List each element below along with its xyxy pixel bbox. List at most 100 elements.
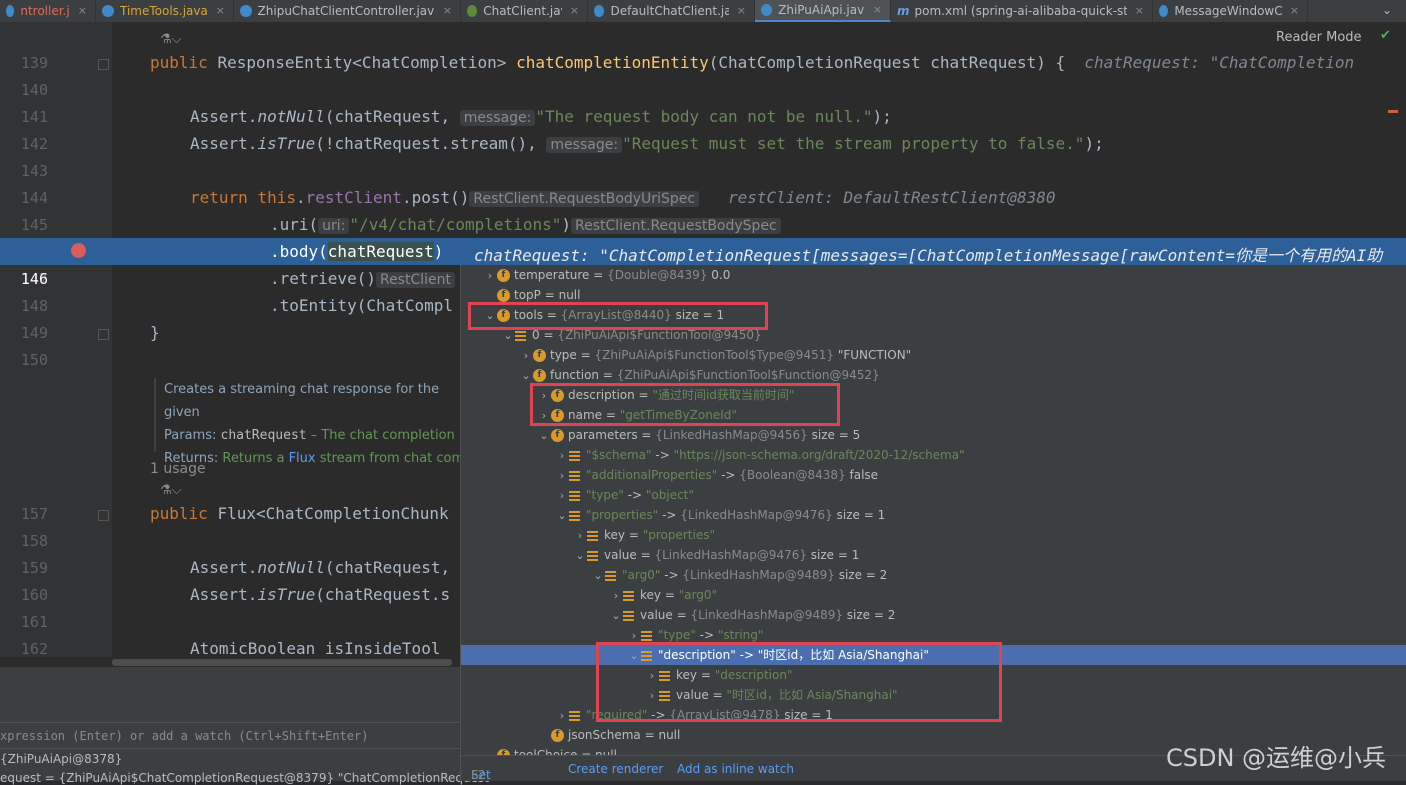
code-line-146[interactable]: .body(chatRequest) (270, 242, 443, 261)
tree-node-name: "$schema" (586, 448, 652, 462)
keyword: return (190, 188, 258, 207)
list-entry-icon (623, 610, 634, 621)
code-text: Assert. (190, 585, 258, 604)
tree-row[interactable]: › f type = {ZhiPuAiApi$FunctionTool$Type@9… (519, 345, 911, 365)
tree-row[interactable]: › f temperature = {Double@8439} 0.0 (483, 265, 730, 285)
chevron-down-icon[interactable]: ⌄ (555, 506, 569, 526)
doc-returns-text: Returns a (218, 451, 289, 466)
close-icon[interactable]: × (443, 0, 452, 22)
code-line-160[interactable]: Assert.isTrue(chatRequest.s (190, 585, 450, 604)
tree-node-name: type (550, 348, 577, 362)
tab-6[interactable]: m pom.xml (spring-ai-alibaba-quick-start)… (891, 0, 1153, 22)
line-number: 139 (20, 54, 48, 72)
list-entry-icon (623, 590, 634, 601)
scrollbar-marker[interactable] (1388, 110, 1398, 113)
variable-row[interactable]: equest = {ZhiPuAiApi$ChatCompletionReque… (0, 771, 489, 785)
fold-marker[interactable] (98, 59, 109, 70)
create-renderer-link[interactable]: Create renderer (568, 762, 663, 776)
code-line-147[interactable]: .retrieve() RestClient (270, 269, 455, 288)
scrollbar-thumb[interactable] (112, 659, 452, 666)
tree-row[interactable]: › "type" -> "object" (555, 485, 694, 505)
tree-separator: -> (660, 568, 683, 582)
chevron-right-icon[interactable]: › (555, 706, 569, 726)
tree-row[interactable]: › key = "arg0" (609, 585, 717, 605)
tab-3[interactable]: ChatClient.java × (461, 0, 588, 22)
variable-row[interactable]: {ZhiPuAiApi@8378} (0, 752, 122, 766)
tree-node-name: "type" (658, 628, 696, 642)
fold-marker[interactable] (98, 510, 109, 521)
tree-row[interactable]: ⌄ "properties" -> {LinkedHashMap@9476} si… (555, 505, 885, 525)
code-line-142[interactable]: Assert.isTrue(!chatRequest.stream(), mes… (190, 134, 1104, 153)
chevron-right-icon[interactable]: › (555, 466, 569, 486)
evaluate-expression-input[interactable]: xpression (Enter) or add a watch (Ctrl+S… (0, 729, 368, 743)
tree-row[interactable]: ⌄ value = {LinkedHashMap@9476} size = 1 (573, 545, 859, 565)
fold-marker[interactable] (98, 329, 109, 340)
tree-row[interactable]: ⌄ value = {LinkedHashMap@9489} size = 2 (609, 605, 895, 625)
list-entry-icon (569, 470, 580, 481)
code-line-159[interactable]: Assert.notNull(chatRequest, (190, 558, 450, 577)
tree-row[interactable]: › "additionalProperties" -> {Boolean@8438… (555, 465, 878, 485)
line-number: 162 (20, 640, 48, 658)
close-icon[interactable]: × (570, 0, 579, 22)
line-number: 157 (20, 505, 48, 523)
tab-1[interactable]: TimeTools.java × (96, 0, 234, 22)
tree-node-value: size = 1 (810, 548, 860, 562)
close-icon[interactable]: × (1290, 0, 1299, 22)
chevron-down-icon[interactable]: ⌄ (573, 546, 587, 566)
tree-row[interactable]: › key = "properties" (573, 525, 715, 545)
tree-row[interactable]: ⌄ f parameters = {LinkedHashMap@9456} size… (537, 425, 860, 445)
tree-row[interactable]: ⌄ "arg0" -> {LinkedHashMap@9489} size = 2 (591, 565, 887, 585)
tree-node-value: 0.0 (711, 268, 731, 282)
tab-0[interactable]: ntroller.java × (0, 0, 96, 22)
chevron-down-icon[interactable]: ⌄ (591, 566, 605, 586)
close-icon[interactable]: × (78, 0, 87, 22)
tree-node-name: value (640, 608, 673, 622)
tree-separator: -> (695, 628, 718, 642)
close-icon[interactable]: × (873, 0, 882, 21)
tree-node-value: "object" (645, 488, 694, 502)
code-line-157[interactable]: public Flux<ChatCompletionChunk (150, 504, 449, 523)
tab-overflow-icon[interactable]: ⌄ (1382, 0, 1392, 20)
inline-debug-value: chatRequest: "ChatCompletion (1084, 53, 1355, 72)
close-icon[interactable]: × (216, 0, 225, 22)
tree-separator: -> (717, 468, 740, 482)
code-line-145[interactable]: .uri(uri: "/v4/chat/completions") RestClie… (270, 215, 781, 234)
code-line-141[interactable]: Assert.notNull(chatRequest, message: "The… (190, 107, 892, 126)
tree-node-value: "https://json-schema.org/draft/2020-12/s… (673, 448, 965, 462)
close-icon[interactable]: × (1135, 0, 1144, 22)
chevron-down-icon[interactable]: ⌄ (537, 426, 551, 446)
code-line-139[interactable]: public ResponseEntity<ChatCompletion> ch… (150, 53, 1354, 72)
chevron-down-icon[interactable]: ⌄ (609, 606, 623, 626)
chevron-right-icon[interactable]: › (555, 446, 569, 466)
tree-node-name: topP (514, 288, 541, 302)
usage-count-link[interactable]: 1 usage (150, 461, 206, 477)
doc-summary: Creates a streaming chat response for th… (164, 382, 440, 420)
tab-7[interactable]: MessageWindowChatM × (1153, 0, 1308, 22)
close-icon[interactable]: × (737, 0, 746, 22)
tree-node-value: "FUNCTION" (837, 348, 912, 362)
add-inline-watch-link[interactable]: Add as inline watch (677, 762, 794, 776)
tab-5[interactable]: ZhiPuAiApi.java × (755, 0, 891, 22)
code-line-144[interactable]: return this.restClient.post() RestClient.… (190, 188, 1055, 207)
code-line-162[interactable]: AtomicBoolean isInsideTool (190, 639, 440, 658)
chevron-right-icon[interactable]: › (519, 346, 533, 366)
code-line-149[interactable]: } (150, 323, 160, 342)
inspection-ok-icon[interactable]: ✔ (1380, 28, 1391, 43)
chevron-right-icon[interactable]: › (609, 586, 623, 606)
tab-4[interactable]: DefaultChatClient.java × (588, 0, 755, 22)
doc-link[interactable]: Flux (289, 451, 316, 466)
chevron-right-icon[interactable]: › (555, 486, 569, 506)
code-lens-icon[interactable]: ⚗⌵ (160, 32, 182, 47)
tree-row[interactable]: › "$schema" -> "https://json-schema.org/d… (555, 445, 965, 465)
chevron-right-icon[interactable]: › (573, 526, 587, 546)
javadoc-render: Creates a streaming chat response for th… (154, 378, 474, 466)
reader-mode-toggle[interactable]: Reader Mode (1276, 30, 1362, 45)
tree-row[interactable]: ⌄ f function = {ZhiPuAiApi$FunctionTool$Fu… (519, 365, 880, 385)
code-line-148[interactable]: .toEntity(ChatCompl (270, 296, 453, 315)
line-number: 142 (20, 135, 48, 153)
chevron-right-icon[interactable]: › (483, 266, 497, 286)
tab-2[interactable]: ZhipuChatClientController.java × (234, 0, 461, 22)
breakpoint-icon[interactable] (71, 243, 86, 258)
tree-row[interactable]: f jsonSchema = null (537, 725, 680, 745)
code-lens-icon[interactable]: ⚗⌵ (160, 483, 182, 498)
